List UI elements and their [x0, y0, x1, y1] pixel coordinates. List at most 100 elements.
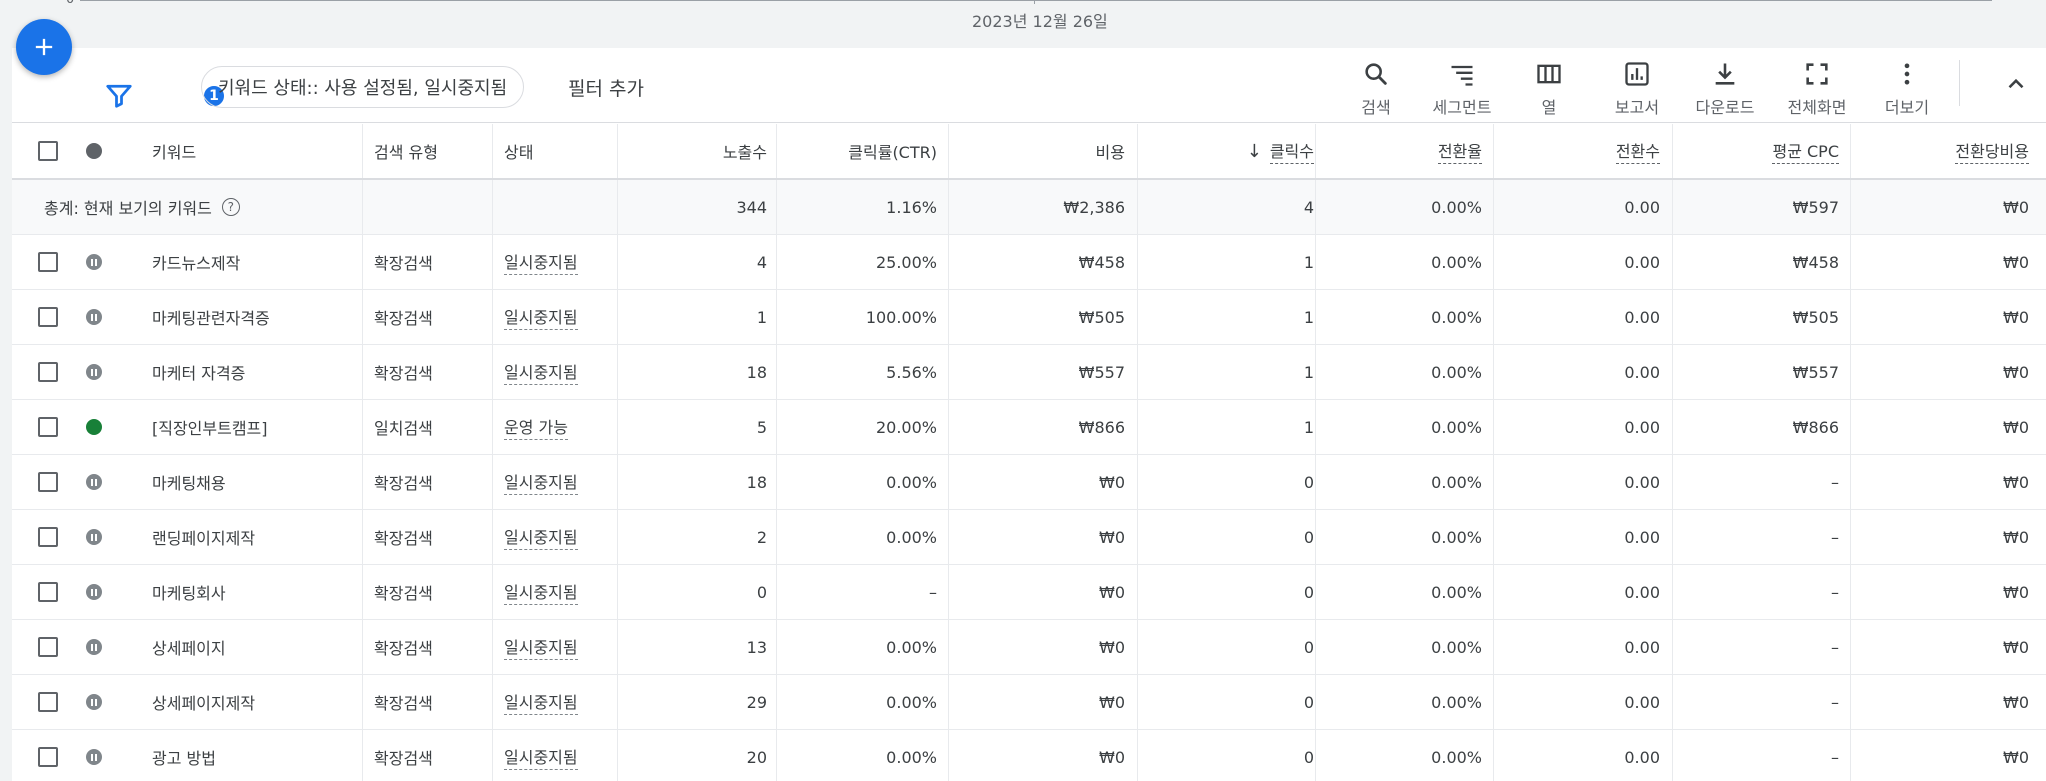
cost-cell: ₩0 — [1099, 747, 1125, 767]
status-text: 일시중지됨 — [504, 359, 578, 385]
header-cost-per-conv[interactable]: 전환당비용 — [1850, 124, 2029, 178]
filter-button[interactable]: 1 — [100, 70, 226, 110]
header-match-type[interactable]: 검색 유형 — [374, 124, 438, 178]
status-cell[interactable]: 운영 가능 — [504, 400, 568, 454]
status-cell[interactable]: 일시중지됨 — [504, 620, 578, 674]
table-row[interactable]: 마케터 자격증 확장검색 일시중지됨 18 5.56% ₩557 1 0.00% 0.00 ₩55… — [12, 345, 2046, 400]
columns-tool-button[interactable]: 열 — [1504, 60, 1594, 118]
download-tool-button[interactable]: 다운로드 — [1680, 60, 1770, 118]
column-divider — [362, 565, 363, 619]
row-checkbox[interactable] — [38, 582, 58, 602]
status-cell[interactable]: 일시중지됨 — [504, 345, 578, 399]
table-row[interactable]: [직장인부트캠프] 일치검색 운영 가능 5 20.00% ₩866 1 0.00% 0.00 ₩… — [12, 400, 2046, 455]
keyword-cell[interactable]: 카드뉴스제작 — [152, 235, 240, 289]
collapse-button[interactable] — [2000, 68, 2032, 100]
row-checkbox[interactable] — [38, 417, 58, 437]
header-avg-cpc[interactable]: 평균 CPC — [1672, 124, 1839, 178]
conversions-cell: 0.00 — [1624, 582, 1660, 602]
header-conversions[interactable]: 전환수 — [1493, 124, 1660, 178]
keyword-cell[interactable]: 마케팅채용 — [152, 455, 226, 509]
status-cell[interactable]: 일시중지됨 — [504, 455, 578, 509]
row-checkbox[interactable] — [38, 527, 58, 547]
row-status-icon-cell[interactable] — [86, 290, 102, 344]
select-all-checkbox[interactable] — [38, 141, 58, 161]
paused-status-icon — [86, 474, 102, 490]
row-status-icon-cell[interactable] — [86, 455, 102, 509]
keyword-cell[interactable]: [직장인부트캠프] — [152, 400, 268, 454]
table-row[interactable]: 상세페이지 확장검색 일시중지됨 13 0.00% ₩0 0 0.00% 0.00 – ₩0 — [12, 620, 2046, 675]
cost-cell: ₩0 — [1099, 692, 1125, 712]
match-type-cell: 확장검색 — [374, 694, 433, 713]
row-checkbox[interactable] — [38, 692, 58, 712]
table-row[interactable]: 상세페이지제작 확장검색 일시중지됨 29 0.00% ₩0 0 0.00% 0.00 – ₩0 — [12, 675, 2046, 730]
reports-icon — [1625, 62, 1649, 86]
header-impressions[interactable]: 노출수 — [617, 124, 767, 178]
keyword-cell[interactable]: 광고 방법 — [152, 730, 216, 781]
row-status-icon-cell[interactable] — [86, 345, 102, 399]
keyword-cell[interactable]: 마케팅관련자격증 — [152, 290, 270, 344]
header-status[interactable]: 상태 — [504, 124, 533, 178]
status-cell[interactable]: 일시중지됨 — [504, 565, 578, 619]
table-row[interactable]: 광고 방법 확장검색 일시중지됨 20 0.00% ₩0 0 0.00% 0.00 – ₩0 — [12, 730, 2046, 781]
row-checkbox[interactable] — [38, 307, 58, 327]
ctr-cell: 0.00% — [886, 472, 937, 492]
row-checkbox[interactable] — [38, 472, 58, 492]
conv-rate-cell: 0.00% — [1431, 692, 1482, 712]
row-status-icon-cell[interactable] — [86, 510, 102, 564]
ctr-cell: 0.00% — [886, 527, 937, 547]
avg-cpc-cell: – — [1831, 747, 1839, 767]
help-icon[interactable]: ? — [221, 198, 240, 216]
cost-cell: ₩0 — [1099, 582, 1125, 602]
status-cell[interactable]: 일시중지됨 — [504, 290, 578, 344]
column-divider — [492, 400, 493, 454]
conversions-cell: 0.00 — [1624, 527, 1660, 547]
segment-tool-button[interactable]: 세그먼트 — [1417, 60, 1507, 118]
avg-cpc-cell: – — [1831, 582, 1839, 602]
paused-status-icon — [86, 639, 102, 655]
status-cell[interactable]: 일시중지됨 — [504, 235, 578, 289]
add-keyword-button[interactable] — [16, 19, 72, 75]
header-cost[interactable]: 비용 — [948, 124, 1125, 178]
row-checkbox[interactable] — [38, 637, 58, 657]
row-status-icon-cell[interactable] — [86, 620, 102, 674]
table-row[interactable]: 마케팅관련자격증 확장검색 일시중지됨 1 100.00% ₩505 1 0.00% 0.00 ₩… — [12, 290, 2046, 345]
keyword-cell[interactable]: 상세페이지제작 — [152, 675, 255, 729]
table-row[interactable]: 카드뉴스제작 확장검색 일시중지됨 4 25.00% ₩458 1 0.00% 0.00 ₩458… — [12, 235, 2046, 290]
keyword-cell[interactable]: 마케터 자격증 — [152, 345, 245, 399]
chart-date-label: 2023년 12월 26일 — [972, 12, 1108, 31]
status-cell[interactable]: 일시중지됨 — [504, 675, 578, 729]
row-checkbox[interactable] — [38, 252, 58, 272]
more-tool-button[interactable]: 더보기 — [1862, 60, 1952, 118]
reports-tool-button[interactable]: 보고서 — [1592, 60, 1682, 118]
table-row[interactable]: 랜딩페이지제작 확장검색 일시중지됨 2 0.00% ₩0 0 0.00% 0.00 – ₩0 — [12, 510, 2046, 565]
row-select-cell — [38, 565, 58, 619]
header-conv-rate[interactable]: 전환율 — [1315, 124, 1482, 178]
keyword-cell[interactable]: 마케팅회사 — [152, 565, 226, 619]
row-status-icon-cell[interactable] — [86, 675, 102, 729]
table-row[interactable]: 마케팅채용 확장검색 일시중지됨 18 0.00% ₩0 0 0.00% 0.00 – ₩0 — [12, 455, 2046, 510]
header-ctr[interactable]: 클릭률(CTR) — [776, 124, 937, 178]
search-tool-button[interactable]: 검색 — [1331, 60, 1421, 118]
keyword-cell[interactable]: 랜딩페이지제작 — [152, 510, 255, 564]
row-checkbox[interactable] — [38, 747, 58, 767]
table-row[interactable]: 마케팅회사 확장검색 일시중지됨 0 – ₩0 0 0.00% 0.00 – ₩0 — [12, 565, 2046, 620]
columns-icon — [1537, 64, 1561, 84]
row-status-icon-cell[interactable] — [86, 400, 102, 454]
row-status-icon-cell[interactable] — [86, 730, 102, 781]
add-filter-button[interactable]: 필터 추가 — [568, 74, 644, 101]
impressions-cell: 4 — [756, 252, 767, 272]
keyword-status-filter-chip[interactable]: 키워드 상태:: 사용 설정됨, 일시중지됨 — [201, 66, 525, 108]
status-text: 일시중지됨 — [504, 524, 578, 550]
header-conversions-label: 전환수 — [1615, 138, 1660, 164]
row-status-icon-cell[interactable] — [86, 235, 102, 289]
header-keyword[interactable]: 키워드 — [152, 124, 196, 178]
match-type-cell: 확장검색 — [374, 474, 433, 493]
header-clicks[interactable]: ↓ 클릭수 — [1137, 124, 1314, 178]
fullscreen-tool-button[interactable]: 전체화면 — [1772, 60, 1862, 118]
keyword-cell[interactable]: 상세페이지 — [152, 620, 226, 674]
status-cell[interactable]: 일시중지됨 — [504, 510, 578, 564]
row-status-icon-cell[interactable] — [86, 565, 102, 619]
paused-status-icon — [86, 529, 102, 545]
status-cell[interactable]: 일시중지됨 — [504, 730, 578, 781]
row-checkbox[interactable] — [38, 362, 58, 382]
